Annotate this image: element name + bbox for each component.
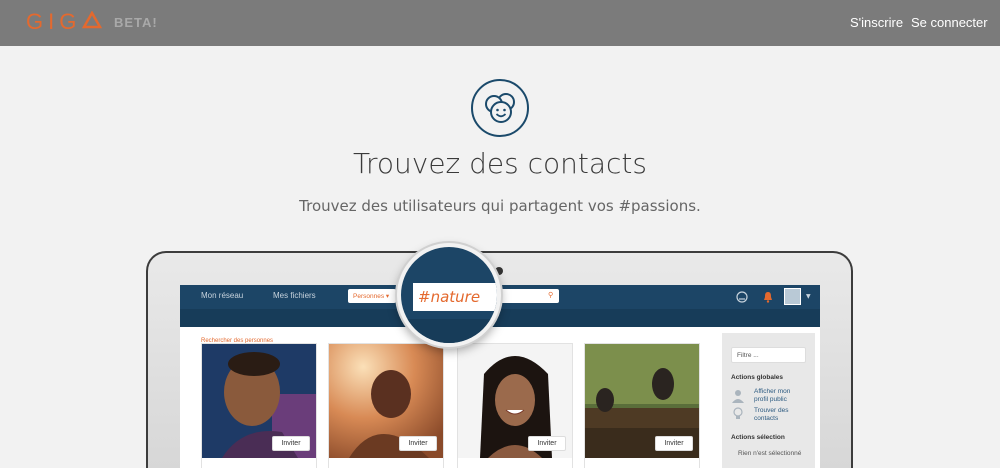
- profile-icon: [732, 390, 744, 403]
- notification-bell-icon[interactable]: [762, 291, 774, 303]
- person-card[interactable]: Inviter: [328, 343, 444, 468]
- magnified-search-input: #nature: [413, 283, 497, 311]
- beta-badge: BETA!: [114, 15, 158, 30]
- invite-button[interactable]: Inviter: [399, 436, 437, 451]
- user-avatar[interactable]: [784, 288, 801, 305]
- smiley-group-icon: [471, 79, 529, 137]
- page-subtitle: Trouvez des utilisateurs qui partagent v…: [299, 197, 701, 215]
- invite-button[interactable]: Inviter: [272, 436, 310, 451]
- logo[interactable]: GIG: [26, 9, 81, 35]
- dashboard-icon[interactable]: [736, 291, 748, 303]
- find-contacts-link[interactable]: Trouver des contacts: [754, 407, 804, 423]
- lightbulb-icon: [733, 407, 743, 419]
- filter-input[interactable]: Filtre ...: [731, 347, 806, 363]
- magnified-search-value: #nature: [418, 288, 481, 306]
- chevron-down-icon[interactable]: ▼: [806, 293, 811, 300]
- app-nav-network[interactable]: Mon réseau: [201, 291, 243, 300]
- magnified-subbar: [401, 319, 497, 343]
- app-subbar: Rechercher des personnes: [180, 309, 820, 344]
- global-actions-heading: Actions globales: [731, 374, 784, 381]
- invite-button[interactable]: Inviter: [528, 436, 566, 451]
- person-card[interactable]: Inviter: [584, 343, 700, 468]
- top-bar: GIG BETA! S'inscrire Se connecter: [0, 0, 1000, 46]
- select-label: Personnes: [353, 293, 385, 300]
- signup-link[interactable]: S'inscrire: [850, 15, 903, 30]
- app-search-type-select[interactable]: Personnes ▾: [348, 289, 396, 303]
- laptop-screen: Mon réseau Mes fichiers Personnes ▾ ⚲ ▼ …: [180, 285, 820, 468]
- logo-triangle-icon: [82, 11, 102, 29]
- selection-empty-note: Rien n'est sélectionné: [738, 450, 802, 457]
- search-icon[interactable]: ⚲: [548, 291, 553, 299]
- page-title: Trouvez des contacts: [352, 147, 647, 180]
- app-nav-files[interactable]: Mes fichiers: [273, 291, 316, 300]
- person-card[interactable]: Inviter: [457, 343, 573, 468]
- invite-button[interactable]: Inviter: [655, 436, 693, 451]
- selection-actions-heading: Actions sélection: [731, 434, 785, 441]
- person-card[interactable]: Inviter: [201, 343, 317, 468]
- search-magnifier: #nature: [397, 243, 501, 347]
- public-profile-link[interactable]: Afficher mon profil public: [754, 388, 804, 404]
- login-link[interactable]: Se connecter: [911, 15, 988, 30]
- app-sidebar: Filtre ... Actions globales Afficher mon…: [722, 333, 815, 468]
